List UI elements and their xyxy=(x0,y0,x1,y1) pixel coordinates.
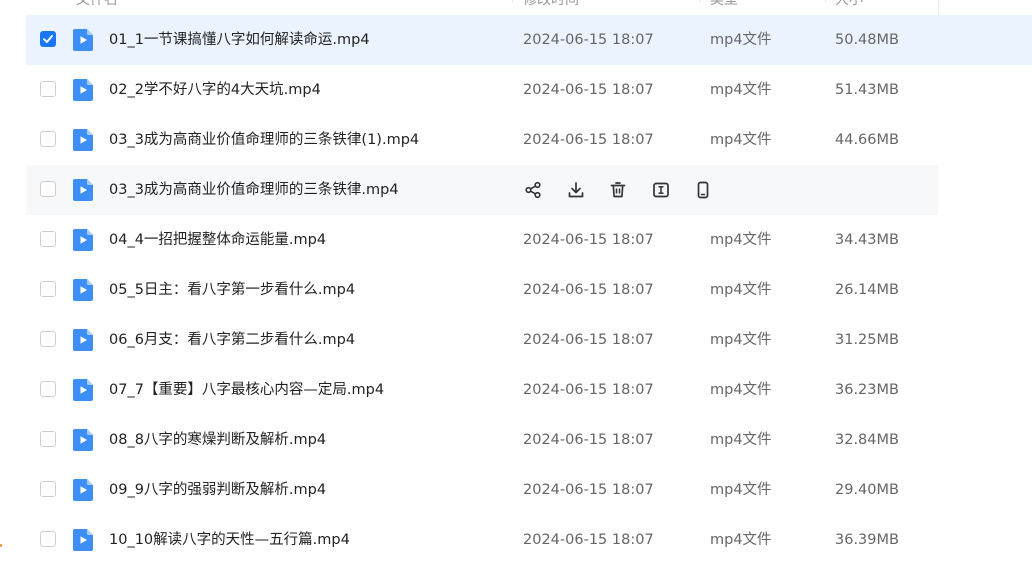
video-file-icon xyxy=(73,479,93,501)
modified-date: 2024-06-15 18:07 xyxy=(523,532,654,548)
file-size: 36.39MB xyxy=(835,532,899,548)
modified-date: 2024-06-15 18:07 xyxy=(523,482,654,498)
file-size: 32.84MB xyxy=(835,432,899,448)
file-size: 29.40MB xyxy=(835,482,899,498)
row-checkbox[interactable] xyxy=(40,131,56,147)
rename-icon[interactable] xyxy=(650,179,672,201)
file-name[interactable]: 02_2学不好八字的4大天坑.mp4 xyxy=(109,65,321,115)
file-name[interactable]: 07_7【重要】八字最核心内容—定局.mp4 xyxy=(109,365,384,415)
video-file-icon xyxy=(73,179,93,201)
video-file-icon xyxy=(73,229,93,251)
file-row[interactable]: 10_10解读八字的天性—五行篇.mp4 2024-06-15 18:07 mp4文… xyxy=(26,515,1032,565)
header-size[interactable]: 大小 xyxy=(835,0,863,12)
file-list: 01_1一节课搞懂八字如何解读命运.mp4 2024-06-15 18:07 mp4… xyxy=(26,15,1032,565)
phone-icon[interactable] xyxy=(692,179,714,201)
file-row[interactable]: 03_3成为高商业价值命理师的三条铁律(1).mp4 2024-06-15 18:… xyxy=(26,115,1032,165)
file-row[interactable]: 05_5日主：看八字第一步看什么.mp4 2024-06-15 18:07 mp4文… xyxy=(26,265,1032,315)
row-checkbox[interactable] xyxy=(40,381,56,397)
row-checkbox[interactable] xyxy=(40,31,56,47)
file-type: mp4文件 xyxy=(710,332,772,348)
file-name[interactable]: 03_3成为高商业价值命理师的三条铁律.mp4 xyxy=(109,165,399,215)
modified-date: 2024-06-15 18:07 xyxy=(523,232,654,248)
file-size: 31.25MB xyxy=(835,332,899,348)
video-file-icon xyxy=(73,279,93,301)
file-type: mp4文件 xyxy=(710,232,772,248)
modified-date: 2024-06-15 18:07 xyxy=(523,32,654,48)
video-file-icon xyxy=(73,329,93,351)
modified-date: 2024-06-15 18:07 xyxy=(523,82,654,98)
file-type: mp4文件 xyxy=(710,532,772,548)
download-icon[interactable] xyxy=(565,179,587,201)
row-checkbox[interactable] xyxy=(40,481,56,497)
file-row[interactable]: 06_6月支：看八字第二步看什么.mp4 2024-06-15 18:07 mp4文… xyxy=(26,315,1032,365)
file-name[interactable]: 01_1一节课搞懂八字如何解读命运.mp4 xyxy=(109,15,370,65)
header-name[interactable]: 文件名 xyxy=(76,0,118,12)
modified-date: 2024-06-15 18:07 xyxy=(523,382,654,398)
header-separator xyxy=(512,0,513,2)
modified-date: 2024-06-15 18:07 xyxy=(523,332,654,348)
file-type: mp4文件 xyxy=(710,32,772,48)
file-type: mp4文件 xyxy=(710,282,772,298)
header-separator xyxy=(700,0,701,2)
header-separator xyxy=(825,0,826,2)
header-separator xyxy=(938,0,939,14)
video-file-icon xyxy=(73,379,93,401)
file-name[interactable]: 03_3成为高商业价值命理师的三条铁律(1).mp4 xyxy=(109,115,419,165)
modified-date: 2024-06-15 18:07 xyxy=(523,432,654,448)
row-checkbox[interactable] xyxy=(40,81,56,97)
row-checkbox[interactable] xyxy=(40,531,56,547)
row-checkbox[interactable] xyxy=(40,231,56,247)
row-checkbox[interactable] xyxy=(40,431,56,447)
file-name[interactable]: 06_6月支：看八字第二步看什么.mp4 xyxy=(109,315,355,365)
file-size: 51.43MB xyxy=(835,82,899,98)
share-icon[interactable] xyxy=(522,179,544,201)
file-type: mp4文件 xyxy=(710,82,772,98)
file-row[interactable]: 01_1一节课搞懂八字如何解读命运.mp4 2024-06-15 18:07 mp4… xyxy=(26,15,1032,65)
delete-icon[interactable] xyxy=(607,179,629,201)
file-name[interactable]: 10_10解读八字的天性—五行篇.mp4 xyxy=(109,515,350,565)
file-name[interactable]: 09_9八字的强弱判断及解析.mp4 xyxy=(109,465,326,515)
header-date[interactable]: 修改时间 xyxy=(523,0,579,12)
file-type: mp4文件 xyxy=(710,382,772,398)
file-row[interactable]: 08_8八字的寒燥判断及解析.mp4 2024-06-15 18:07 mp4文件 3… xyxy=(26,415,1032,465)
file-size: 26.14MB xyxy=(835,282,899,298)
row-checkbox[interactable] xyxy=(40,281,56,297)
file-type: mp4文件 xyxy=(710,432,772,448)
file-name[interactable]: 04_4一招把握整体命运能量.mp4 xyxy=(109,215,326,265)
modified-date: 2024-06-15 18:07 xyxy=(523,132,654,148)
file-row[interactable]: 02_2学不好八字的4大天坑.mp4 2024-06-15 18:07 mp4文件 5… xyxy=(26,65,1032,115)
edge-marker xyxy=(0,544,2,547)
video-file-icon xyxy=(73,29,93,51)
modified-date: 2024-06-15 18:07 xyxy=(523,282,654,298)
video-file-icon xyxy=(73,79,93,101)
row-checkbox[interactable] xyxy=(40,331,56,347)
file-row[interactable]: 04_4一招把握整体命运能量.mp4 2024-06-15 18:07 mp4文件 3… xyxy=(26,215,1032,265)
file-size: 44.66MB xyxy=(835,132,899,148)
file-size: 34.43MB xyxy=(835,232,899,248)
file-name[interactable]: 08_8八字的寒燥判断及解析.mp4 xyxy=(109,415,326,465)
file-name[interactable]: 05_5日主：看八字第一步看什么.mp4 xyxy=(109,265,355,315)
file-type: mp4文件 xyxy=(710,132,772,148)
file-row[interactable]: 09_9八字的强弱判断及解析.mp4 2024-06-15 18:07 mp4文件 2… xyxy=(26,465,1032,515)
table-header: 文件名 ▼ 修改时间 类型 大小 xyxy=(26,0,938,12)
file-size: 50.48MB xyxy=(835,32,899,48)
file-size: 36.23MB xyxy=(835,382,899,398)
row-checkbox[interactable] xyxy=(40,181,56,197)
video-file-icon xyxy=(73,429,93,451)
header-type[interactable]: 类型 xyxy=(710,0,738,12)
file-row[interactable]: 03_3成为高商业价值命理师的三条铁律.mp4 xyxy=(26,165,1032,215)
file-row[interactable]: 07_7【重要】八字最核心内容—定局.mp4 2024-06-15 18:07 mp… xyxy=(26,365,1032,415)
file-type: mp4文件 xyxy=(710,482,772,498)
video-file-icon xyxy=(73,529,93,551)
video-file-icon xyxy=(73,129,93,151)
